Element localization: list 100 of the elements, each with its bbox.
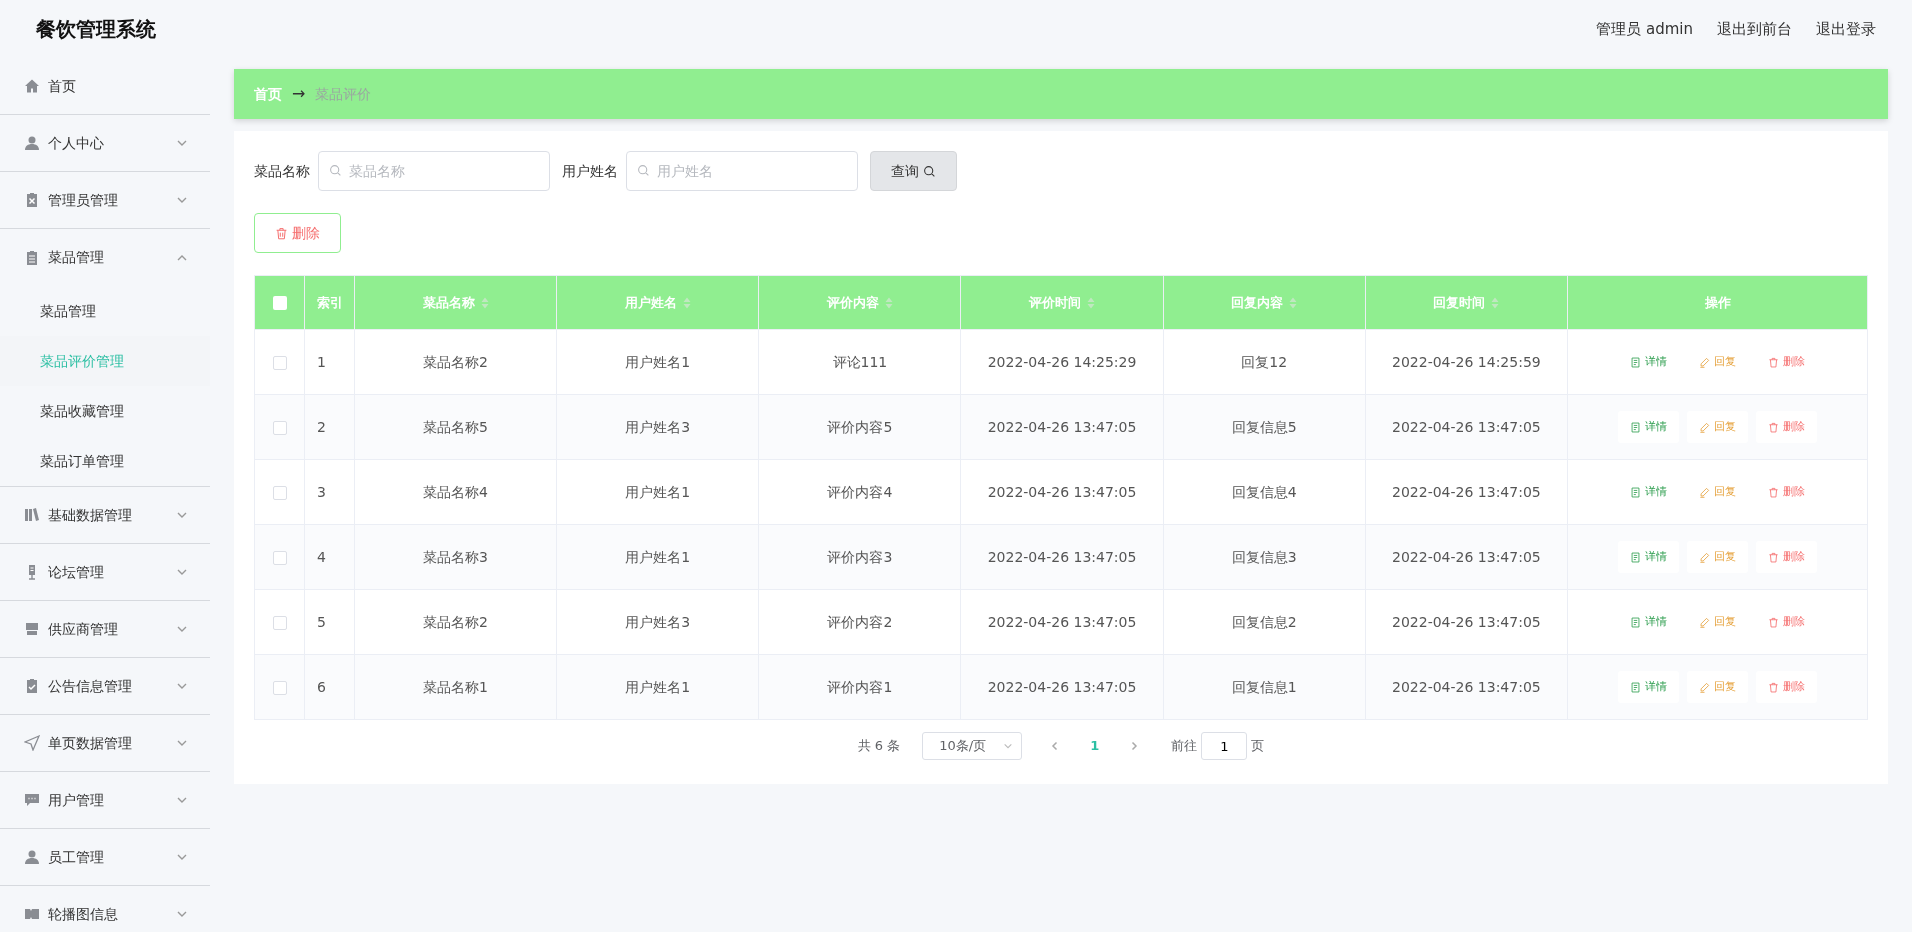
document-icon xyxy=(1630,551,1641,563)
table-cell: 评价内容4 xyxy=(827,483,893,500)
field-label: 用户姓名 xyxy=(562,161,618,181)
page-number[interactable]: 1 xyxy=(1076,736,1114,756)
column-header: 索引 xyxy=(317,293,343,312)
delete-button[interactable]: 删除 xyxy=(1756,670,1817,704)
trash-icon xyxy=(1768,356,1779,368)
field-label: 菜品名称 xyxy=(254,161,310,181)
clipboard-icon xyxy=(24,249,40,266)
table-cell: 菜品名称2 xyxy=(423,353,489,370)
table-cell: 回复信息2 xyxy=(1231,613,1297,630)
reply-button[interactable]: 回复 xyxy=(1687,540,1748,574)
table-cell: 菜品名称4 xyxy=(423,483,489,500)
sidebar-item[interactable]: 个人中心 xyxy=(0,115,210,172)
document-icon xyxy=(1630,616,1641,628)
pencil-icon xyxy=(1699,486,1710,498)
table-cell: 评价内容1 xyxy=(827,678,893,695)
sidebar-item[interactable]: 轮播图信息 xyxy=(0,886,210,932)
books-icon xyxy=(24,507,40,523)
sidebar-item[interactable]: 基础数据管理 xyxy=(0,487,210,544)
clipboard-check-icon xyxy=(24,678,40,694)
table-cell: 4 xyxy=(317,548,326,565)
table-cell: 2022-04-26 13:47:05 xyxy=(987,548,1137,565)
sidebar-item[interactable]: 首页 xyxy=(0,58,210,115)
app-title: 餐饮管理系统 xyxy=(36,16,156,43)
search-icon xyxy=(923,164,936,178)
sidebar-item[interactable]: 员工管理 xyxy=(0,829,210,886)
query-button[interactable]: 查询 xyxy=(870,151,957,191)
table-cell: 回复12 xyxy=(1241,353,1288,370)
trash-icon xyxy=(1768,616,1779,628)
row-checkbox[interactable] xyxy=(272,420,287,435)
sort-icon[interactable] xyxy=(1289,296,1298,309)
reply-button[interactable]: 回复 xyxy=(1687,410,1748,444)
chat-icon xyxy=(24,792,40,808)
table-cell: 评论111 xyxy=(832,353,888,370)
table-cell: 2022-04-26 13:47:05 xyxy=(987,678,1137,695)
table-cell: 2022-04-26 13:47:05 xyxy=(1392,613,1541,630)
table-cell: 2022-04-26 13:47:05 xyxy=(1392,548,1541,565)
table-cell: 评价内容2 xyxy=(827,613,893,630)
table-cell: 回复信息4 xyxy=(1231,483,1297,500)
detail-button[interactable]: 详情 xyxy=(1618,540,1679,574)
table-cell: 2022-04-26 14:25:29 xyxy=(987,353,1137,370)
sort-icon[interactable] xyxy=(884,296,893,309)
clipboard-icon xyxy=(24,192,40,208)
table-cell: 回复信息3 xyxy=(1231,548,1297,565)
table-cell: 用户姓名3 xyxy=(625,418,691,435)
header-link[interactable]: 退出到前台 xyxy=(1717,17,1792,41)
sidebar-item[interactable]: 论坛管理 xyxy=(0,544,210,601)
detail-button[interactable]: 详情 xyxy=(1618,410,1679,444)
header-link[interactable]: 管理员 admin xyxy=(1596,17,1693,41)
sidebar-item[interactable]: 供应商管理 xyxy=(0,601,210,658)
table-cell: 1 xyxy=(317,353,326,370)
sidebar-item[interactable]: 管理员管理 xyxy=(0,172,210,229)
pencil-icon xyxy=(1699,356,1710,368)
header-link[interactable]: 退出登录 xyxy=(1816,17,1876,41)
search-icon xyxy=(329,164,342,177)
next-page-icon[interactable] xyxy=(1129,741,1140,751)
table-cell: 菜品名称2 xyxy=(423,613,489,630)
table-cell: 2022-04-26 13:47:05 xyxy=(987,613,1137,630)
sort-icon[interactable] xyxy=(480,296,489,309)
page-input[interactable]: 1 xyxy=(1201,732,1248,760)
trash-icon xyxy=(1768,551,1779,563)
reply-button[interactable]: 回复 xyxy=(1687,670,1748,704)
page-size-select[interactable]: 10条/页 xyxy=(922,732,1023,760)
trash-icon xyxy=(275,226,288,240)
sort-icon[interactable] xyxy=(1087,296,1096,309)
sort-icon[interactable] xyxy=(1491,296,1500,309)
table-cell: 2022-04-26 13:47:05 xyxy=(1392,483,1541,500)
table-cell: 2022-04-26 13:47:05 xyxy=(987,418,1137,435)
table-cell: 6 xyxy=(317,678,326,695)
row-checkbox[interactable] xyxy=(272,680,287,695)
search-field[interactable]: 用户姓名 xyxy=(626,151,858,191)
row-checkbox[interactable] xyxy=(272,485,287,500)
delete-button[interactable]: 删除 xyxy=(1756,540,1817,574)
trash-icon xyxy=(1768,681,1779,693)
detail-button[interactable]: 详情 xyxy=(1618,670,1679,704)
pencil-icon xyxy=(1699,681,1710,693)
row-checkbox[interactable] xyxy=(272,355,287,370)
row-checkbox[interactable] xyxy=(272,550,287,565)
table-cell: 5 xyxy=(317,613,326,630)
person-icon xyxy=(24,849,40,865)
sidebar-item[interactable]: 公告信息管理 xyxy=(0,658,210,715)
table-cell: 用户姓名3 xyxy=(625,613,691,630)
delete-button[interactable]: 删除 xyxy=(254,213,341,253)
delete-button[interactable]: 删除 xyxy=(1756,410,1817,444)
table-cell: 用户姓名1 xyxy=(625,678,691,695)
table-cell: 回复信息1 xyxy=(1231,678,1297,695)
table-cell: 2022-04-26 14:25:59 xyxy=(1392,353,1541,370)
search-field[interactable]: 菜品名称 xyxy=(318,151,550,191)
select-all-checkbox[interactable] xyxy=(272,296,287,311)
chevron-down-icon xyxy=(1003,741,1014,751)
home-icon xyxy=(24,78,40,94)
search-icon xyxy=(637,164,650,177)
sidebar-item[interactable]: 菜品管理 xyxy=(0,229,210,286)
sidebar-item[interactable]: 用户管理 xyxy=(0,772,210,829)
trash-icon xyxy=(1768,421,1779,433)
sort-icon[interactable] xyxy=(682,296,691,309)
row-checkbox[interactable] xyxy=(272,615,287,630)
send-icon xyxy=(24,735,40,751)
sidebar-item[interactable]: 单页数据管理 xyxy=(0,715,210,772)
